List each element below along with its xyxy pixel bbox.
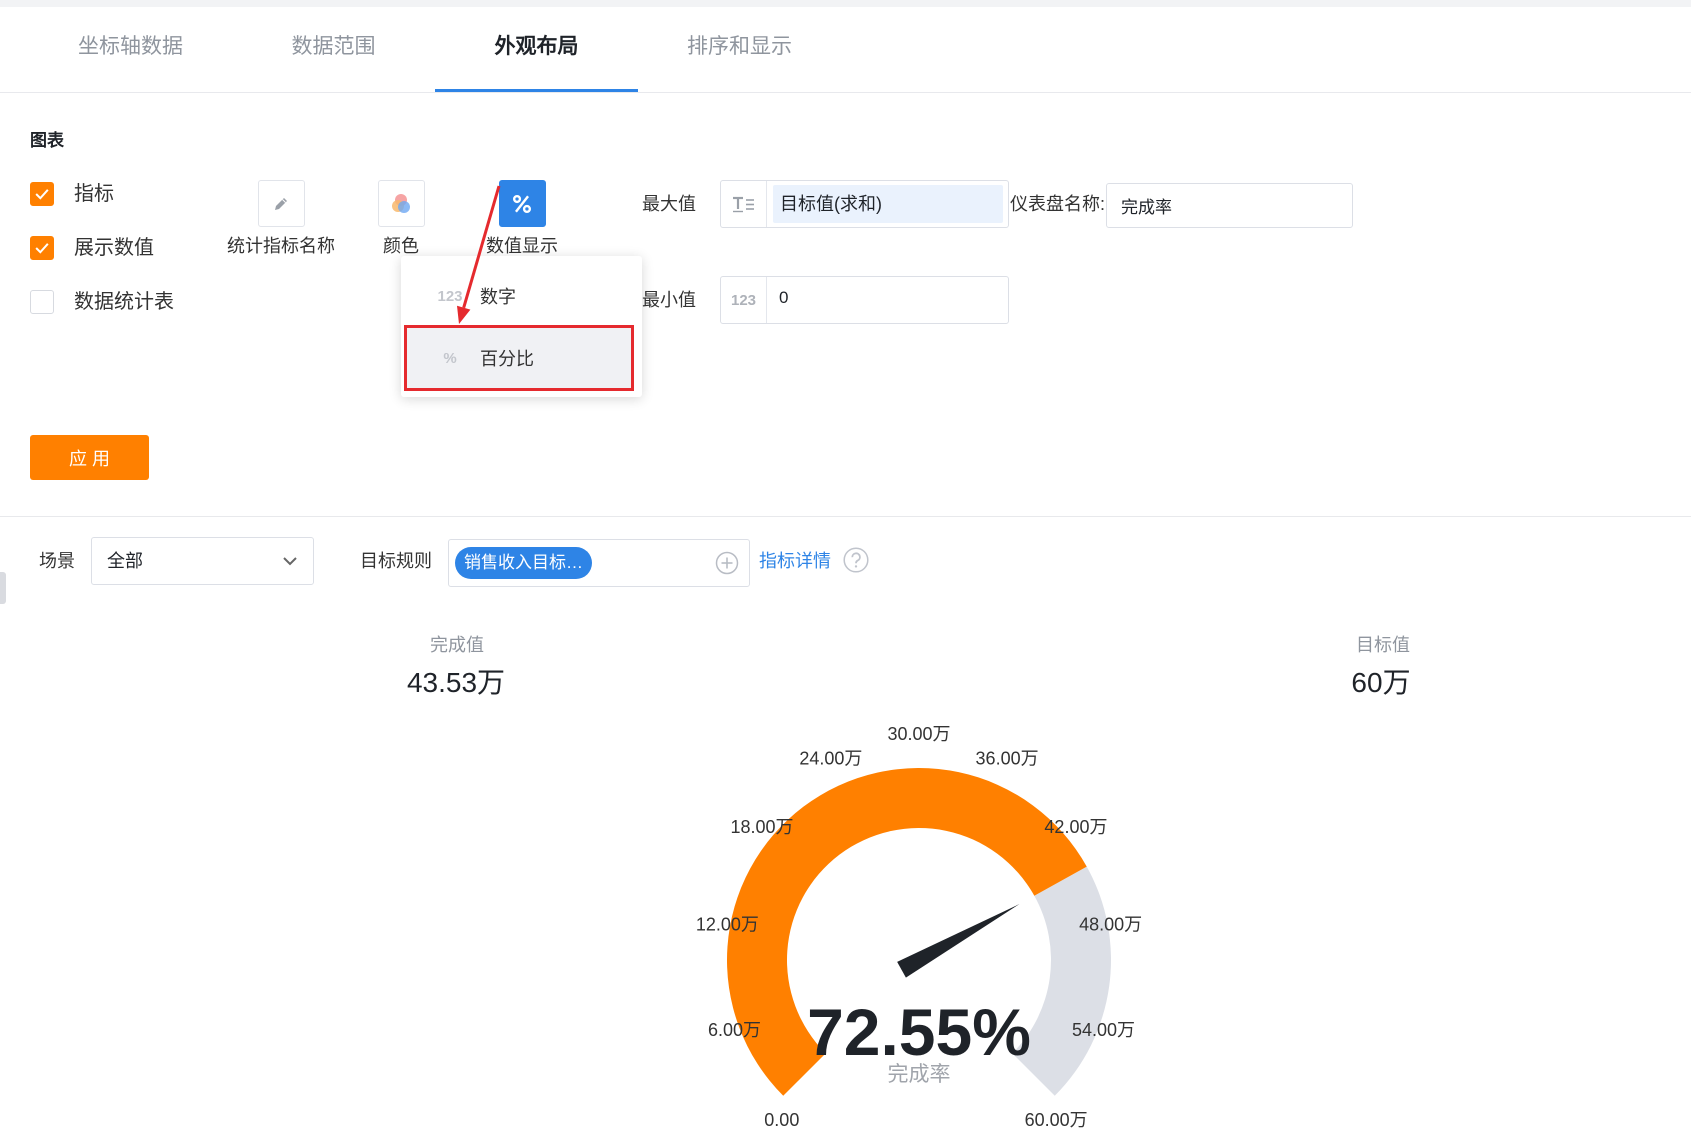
tool-label: 数值显示 [486,236,558,256]
gauge-name-label: 仪表盘名称: [1010,194,1106,214]
gauge-center-label: 完成率 [887,1063,951,1086]
gauge-pointer [897,904,1020,978]
gauge-axis-label: 24.00万 [799,749,862,769]
gauge-axis-label: 12.00万 [696,915,759,935]
text-field-icon [721,181,767,227]
tab-data-range[interactable]: 数据范围 [232,7,435,92]
checkbox-box[interactable] [30,182,54,206]
plus-circle-icon[interactable] [715,551,739,575]
tab-label: 数据范围 [291,34,376,58]
gauge-name-input[interactable] [1121,184,1346,227]
tab-label: 外观布局 [494,34,579,58]
checkbox-box[interactable] [30,236,54,260]
chevron-down-icon [283,557,297,566]
tool-metric-name[interactable]: 统计指标名称 [216,180,346,257]
section-divider [0,516,1691,517]
annotation-highlight-box [404,325,634,391]
tab-axis-data[interactable]: 坐标轴数据 [29,7,232,92]
max-value-chip[interactable]: 目标值(求和) [773,185,1003,223]
gauge-name-field[interactable] [1106,183,1353,228]
pencil-icon [275,197,287,210]
max-value-field[interactable]: 目标值(求和) [720,180,1009,228]
checkbox-box[interactable] [30,290,54,314]
gauge-axis-label: 48.00万 [1079,915,1142,935]
number-icon: 123 [437,287,463,305]
tab-underline [232,89,435,92]
tool-label: 统计指标名称 [227,236,335,256]
apply-button[interactable]: 应 用 [30,435,149,480]
scene-label: 场景 [39,551,75,571]
panel-resize-handle[interactable] [0,572,6,604]
min-value-label: 最小值 [642,290,696,310]
menu-item-label: 数字 [480,287,516,307]
metric-detail-link[interactable]: 指标详情 [759,549,831,573]
checkbox-data-table[interactable]: 数据统计表 [30,290,174,314]
tool-button[interactable] [498,180,546,227]
tool-button[interactable] [257,180,305,227]
scene-select[interactable]: 全部 [91,537,314,585]
max-value-label: 最大值 [642,194,696,214]
gauge-axis-label: 18.00万 [731,817,794,837]
tab-label: 坐标轴数据 [78,34,183,58]
checkbox-label: 数据统计表 [74,291,174,313]
tab-underline [435,89,638,92]
gauge-axis-label: 60.00万 [1025,1110,1088,1130]
number-icon: 123 [721,277,767,323]
tab-bar: 坐标轴数据 数据范围 外观布局 排序和显示 [0,7,1691,93]
min-value-input[interactable] [779,277,999,319]
tool-color[interactable]: 颜色 [336,180,466,257]
tab-label: 排序和显示 [687,34,792,58]
tool-label: 颜色 [383,236,419,256]
target-rule-label: 目标规则 [360,551,432,571]
tab-sort-display[interactable]: 排序和显示 [638,7,841,92]
window-top-strip [0,0,1691,7]
checkbox-label: 指标 [74,183,114,205]
target-value-label: 目标值 [1356,635,1410,655]
check-icon [35,243,49,254]
tool-button[interactable] [377,180,425,227]
question-circle-icon[interactable] [843,547,869,573]
percent-icon [512,194,532,213]
gauge-center-value: 72.55% [807,995,1031,1069]
gauge-axis-label: 30.00万 [887,724,950,744]
menu-item-number[interactable]: 123 数字 [405,265,634,327]
gauge-axis-label: 42.00万 [1044,817,1107,837]
palette-icon [392,193,410,213]
gauge-axis-label: 0.00 [764,1110,799,1130]
gauge-axis-label: 36.00万 [976,749,1039,769]
target-rule-chip[interactable]: 销售收入目标… [455,547,592,579]
scene-select-value: 全部 [107,551,143,571]
tab-appearance-layout[interactable]: 外观布局 [435,7,638,92]
section-title-chart: 图表 [30,131,64,150]
checkbox-label: 展示数值 [74,237,154,259]
checkbox-indicator[interactable]: 指标 [30,182,114,206]
tab-underline [638,89,841,92]
tab-underline [29,89,232,92]
completed-value-label: 完成值 [430,635,484,655]
target-rule-field[interactable]: 销售收入目标… [448,539,750,587]
checkbox-show-values[interactable]: 展示数值 [30,236,154,260]
check-icon [35,189,49,200]
min-value-field[interactable]: 123 [720,276,1009,324]
tool-value-display[interactable]: 数值显示 [457,180,587,257]
